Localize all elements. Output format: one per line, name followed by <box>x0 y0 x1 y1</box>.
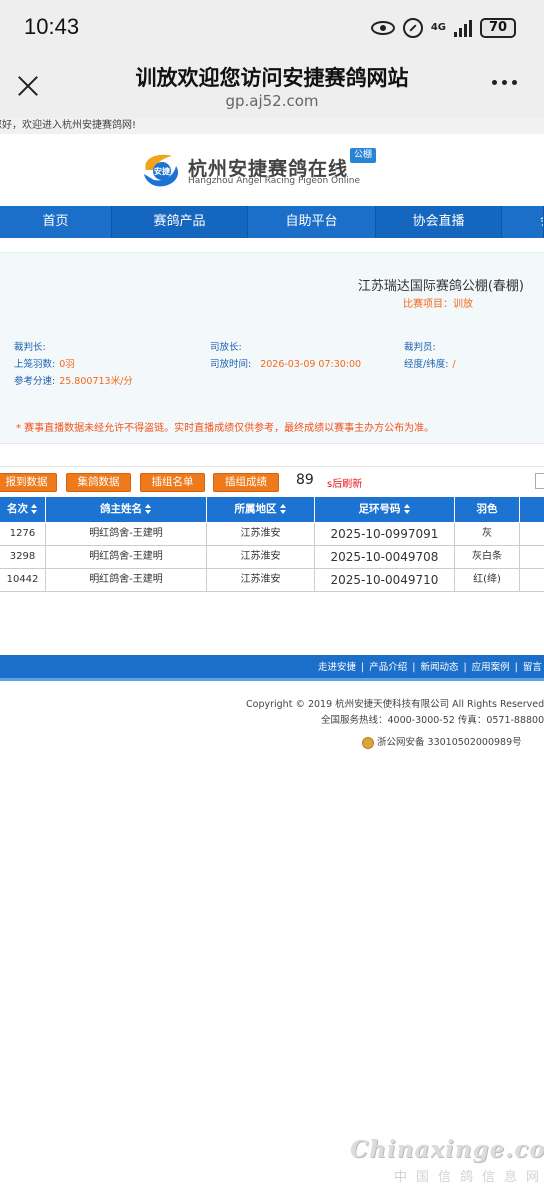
divider <box>0 443 544 444</box>
alarm-icon <box>402 18 423 38</box>
cell-ring: 2025-10-0049710 <box>315 569 455 591</box>
site-name-en: Hangzhou Angel Racing Pigeon Online <box>188 176 361 186</box>
col-rank[interactable]: 名次 <box>0 497 46 522</box>
referee-chief-label: 裁判长: <box>14 342 46 353</box>
group-results-button[interactable]: 插组成绩 <box>213 473 279 492</box>
cage-count: 上笼羽数: 0羽 <box>14 359 75 370</box>
nav-home[interactable]: 首页 <box>0 206 112 238</box>
status-icons: 4G 70 <box>370 16 516 40</box>
sort-icon <box>279 504 287 514</box>
browser-header: 训放欢迎您访问安捷赛鸽网站 gp.aj52.com <box>0 56 544 118</box>
coordinates: 经度/纬度: / <box>404 359 456 370</box>
cell-color: 红(绛) <box>455 569 520 591</box>
status-bar: 10:43 4G 70 <box>0 0 544 56</box>
col-owner[interactable]: 鸽主姓名 <box>46 497 207 522</box>
watermark-sub: 中国信鸽信息网 <box>394 1170 544 1185</box>
col-ring[interactable]: 足环号码 <box>315 497 455 522</box>
race-item: 比赛项目：训放 <box>403 299 473 310</box>
close-icon[interactable] <box>14 72 42 100</box>
race-name: 江苏瑞达国际赛鸽公棚(春棚) <box>357 279 524 294</box>
site-header: 安捷 杭州安捷赛鸽在线 Hangzhou Angel Racing Pigeon… <box>0 134 544 206</box>
footer-links: 走进安捷 | 产品介绍 | 新闻动态 | 应用案例 | 留言 <box>318 662 542 673</box>
section-tag: 公棚 <box>350 148 376 163</box>
footer-link-news[interactable]: 新闻动态 <box>420 662 458 673</box>
nav-live[interactable]: 协会直播 <box>376 206 502 238</box>
refresh-countdown: 89 <box>296 472 314 488</box>
cell-region: 江苏淮安 <box>207 569 315 591</box>
collection-data-button[interactable]: 集鸽数据 <box>66 473 131 492</box>
cell-rank: 3298 <box>0 546 46 568</box>
watermark: Chinaxinge.com <box>350 1136 544 1163</box>
police-badge-icon <box>362 736 374 749</box>
cell-owner: 明红鸽舍-王建明 <box>46 569 207 591</box>
reference-speed: 参考分速: 25.800713米/分 <box>14 376 133 387</box>
footer-link-products[interactable]: 产品介绍 <box>369 662 407 673</box>
battery-icon: 70 <box>480 18 516 38</box>
group-list-button[interactable]: 插组名单 <box>140 473 205 492</box>
checkin-data-button[interactable]: 报到数据 <box>0 473 57 492</box>
footer-link-message[interactable]: 留言 <box>523 662 542 673</box>
cell-ring: 2025-10-0997091 <box>315 523 455 545</box>
table-row[interactable]: 1276 明红鸽舍-王建明 江苏淮安 2025-10-0997091 灰 <box>0 523 544 546</box>
cell-rank: 1276 <box>0 523 46 545</box>
live-data-notice: * 赛事直播数据未经允许不得盗链。实时直播成绩仅供参考，最终成绩以赛事主办方公布… <box>16 423 435 434</box>
releaser-chief-label: 司放长: <box>210 342 242 353</box>
release-time: 司放时间: 2026-03-09 07:30:00 <box>210 359 362 370</box>
more-menu-icon[interactable] <box>492 80 524 90</box>
page-title: 训放欢迎您访问安捷赛鸽网站 <box>135 66 409 90</box>
cell-region: 江苏淮安 <box>207 546 315 568</box>
search-box[interactable] <box>535 473 544 489</box>
hotline: 全国服务热线：4000-3000-52 传真：0571-88800 <box>321 715 544 726</box>
cell-region: 江苏淮安 <box>207 523 315 545</box>
nav-more[interactable]: 会 <box>502 206 544 238</box>
cell-owner: 明红鸽舍-王建明 <box>46 546 207 568</box>
footer-link-cases[interactable]: 应用案例 <box>472 662 510 673</box>
welcome-message: 您好，欢迎进入杭州安捷赛鸽网! <box>0 118 544 134</box>
cell-color: 灰 <box>455 523 520 545</box>
sort-icon <box>31 504 38 514</box>
table-header: 名次 鸽主姓名 所属地区 足环号码 羽色 <box>0 497 544 522</box>
main-nav: 首页 赛鸽产品 自助平台 协会直播 会 <box>0 206 544 238</box>
police-record[interactable]: 浙公网安备 33010502000989号 <box>362 734 522 749</box>
table-row[interactable]: 10442 明红鸽舍-王建明 江苏淮安 2025-10-0049710 红(绛) <box>0 569 544 592</box>
table-row[interactable]: 3298 明红鸽舍-王建明 江苏淮安 2025-10-0049708 灰白条 <box>0 546 544 569</box>
cell-rank: 10442 <box>0 569 46 591</box>
sort-icon <box>145 504 152 514</box>
eye-icon <box>370 21 395 35</box>
race-info-panel: 江苏瑞达国际赛鸽公棚(春棚) 比赛项目：训放 裁判长: 司放长: 裁判员: 上笼… <box>0 252 544 444</box>
footer-nav: 走进安捷 | 产品介绍 | 新闻动态 | 应用案例 | 留言 <box>0 655 544 681</box>
page-url: gp.aj52.com <box>225 92 319 110</box>
refresh-label: s后刷新 <box>327 479 363 490</box>
network-type: 4G <box>430 22 446 33</box>
nav-products[interactable]: 赛鸽产品 <box>112 206 248 238</box>
angel-logo-icon[interactable]: 安捷 <box>140 150 182 190</box>
col-region[interactable]: 所属地区 <box>207 497 315 522</box>
cell-color: 灰白条 <box>455 546 520 568</box>
footer-link-about[interactable]: 走进安捷 <box>318 662 356 673</box>
cell-ring: 2025-10-0049708 <box>315 546 455 568</box>
action-toolbar: 报到数据 集鸽数据 插组名单 插组成绩 89 s后刷新 <box>0 466 544 496</box>
sort-icon <box>403 504 411 514</box>
col-color[interactable]: 羽色 <box>455 497 520 522</box>
logo-mark-text: 安捷 <box>154 166 171 176</box>
signal-icon <box>454 19 472 37</box>
nav-self-service[interactable]: 自助平台 <box>248 206 376 238</box>
referee-label: 裁判员: <box>404 342 436 353</box>
cell-owner: 明红鸽舍-王建明 <box>46 523 207 545</box>
copyright: Copyright © 2019 杭州安捷天使科技有限公司 All Rights… <box>246 699 544 710</box>
clock: 10:43 <box>24 14 80 39</box>
